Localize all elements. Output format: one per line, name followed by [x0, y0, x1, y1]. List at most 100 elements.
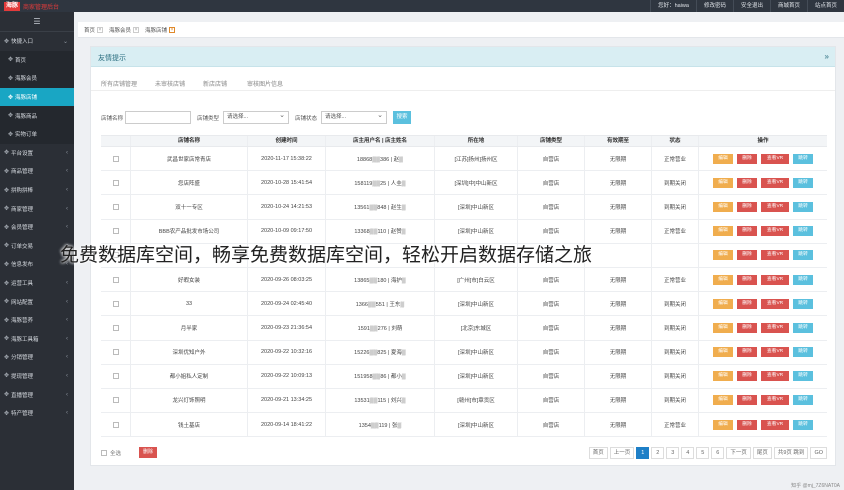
- row-checkbox[interactable]: [112, 373, 119, 380]
- edit-button[interactable]: 编辑: [713, 371, 733, 382]
- change-password-link[interactable]: 修改密码: [695, 0, 733, 12]
- chevron-down-icon[interactable]: »: [825, 52, 829, 61]
- page-button[interactable]: 共9页 跳到: [773, 447, 809, 459]
- subtab-unreviewed[interactable]: 未审核店铺: [155, 79, 185, 88]
- goto-button[interactable]: 跳转: [793, 153, 813, 164]
- goto-button[interactable]: 跳转: [793, 347, 813, 358]
- site-home-link[interactable]: 站点首页: [806, 0, 844, 12]
- store-type-select[interactable]: 请选择...: [223, 110, 289, 124]
- sidebar-item[interactable]: ✥ 海豚工具箱 ‹: [0, 330, 74, 349]
- goto-button[interactable]: 跳转: [793, 226, 813, 237]
- tab-stores[interactable]: 海豚店铺 ×: [145, 26, 176, 34]
- delete-button[interactable]: 删除: [737, 419, 757, 430]
- subtab-review-images[interactable]: 审核图片信息: [247, 79, 283, 88]
- page-button[interactable]: 4: [681, 447, 695, 459]
- row-checkbox[interactable]: [112, 300, 119, 307]
- page-button[interactable]: 3: [666, 447, 680, 459]
- close-icon[interactable]: ×: [169, 26, 176, 33]
- page-button[interactable]: 首页: [588, 447, 608, 459]
- store-name-input[interactable]: [125, 111, 191, 124]
- sidebar-item[interactable]: ✥ 快捷入口 ⌄: [0, 32, 74, 51]
- sidebar-item[interactable]: ✥ 海豚会员: [0, 69, 74, 88]
- delete-button[interactable]: 删除: [737, 153, 757, 164]
- goto-button[interactable]: 跳转: [793, 201, 813, 212]
- row-checkbox[interactable]: [112, 324, 119, 331]
- select-all[interactable]: 全选: [101, 449, 121, 457]
- sidebar-item[interactable]: ✥ 商品管理 ‹: [0, 162, 74, 181]
- page-button[interactable]: GO: [810, 447, 827, 459]
- row-checkbox[interactable]: [112, 276, 119, 283]
- page-button[interactable]: 2: [651, 447, 665, 459]
- goto-button[interactable]: 跳转: [793, 395, 813, 406]
- view-vr-button[interactable]: 查看VR: [761, 322, 789, 333]
- edit-button[interactable]: 编辑: [713, 250, 733, 261]
- row-checkbox[interactable]: [112, 397, 119, 404]
- goto-button[interactable]: 跳转: [793, 250, 813, 261]
- view-vr-button[interactable]: 查看VR: [761, 419, 789, 430]
- sidebar-item[interactable]: ✥ 首页: [0, 50, 74, 70]
- subtab-new-stores[interactable]: 新店店铺: [203, 79, 227, 88]
- sidebar-item[interactable]: ✥ 运营工具 ‹: [0, 274, 74, 293]
- page-button[interactable]: 上一页: [609, 447, 635, 459]
- row-checkbox[interactable]: [112, 421, 119, 428]
- goto-button[interactable]: 跳转: [793, 177, 813, 188]
- sidebar-item[interactable]: ✥ 网站配置 ‹: [0, 292, 74, 311]
- delete-button[interactable]: 删除: [737, 201, 757, 212]
- sidebar-item[interactable]: ✥ 直播管理 ‹: [0, 385, 74, 404]
- close-icon[interactable]: ×: [133, 26, 140, 33]
- row-checkbox[interactable]: [112, 228, 119, 235]
- edit-button[interactable]: 编辑: [713, 298, 733, 309]
- delete-button[interactable]: 删除: [737, 395, 757, 406]
- view-vr-button[interactable]: 查看VR: [761, 177, 789, 188]
- edit-button[interactable]: 编辑: [713, 395, 733, 406]
- tab-home[interactable]: 首页 ×: [84, 26, 104, 34]
- view-vr-button[interactable]: 查看VR: [761, 250, 789, 261]
- edit-button[interactable]: 编辑: [713, 226, 733, 237]
- close-icon[interactable]: ×: [97, 26, 104, 33]
- page-button[interactable]: 1: [636, 447, 650, 459]
- page-button[interactable]: 6: [711, 447, 725, 459]
- view-vr-button[interactable]: 查看VR: [761, 201, 789, 212]
- tab-members[interactable]: 海豚会员 ×: [109, 26, 140, 34]
- delete-button[interactable]: 删除: [737, 322, 757, 333]
- edit-button[interactable]: 编辑: [713, 274, 733, 285]
- edit-button[interactable]: 编辑: [713, 347, 733, 358]
- page-button[interactable]: 尾页: [752, 447, 772, 459]
- bulk-delete-button[interactable]: 删除: [139, 447, 157, 458]
- delete-button[interactable]: 删除: [737, 226, 757, 237]
- store-status-select[interactable]: 请选择...: [321, 110, 387, 124]
- select-all-checkbox[interactable]: [101, 450, 107, 456]
- sidebar-item[interactable]: ✥ 海豚营养 ‹: [0, 311, 74, 330]
- sidebar-item[interactable]: ✥ 商家管理 ‹: [0, 199, 74, 218]
- tips-header[interactable]: 友情提示 »: [91, 47, 835, 67]
- sidebar-item[interactable]: ✥ 平台设置 ‹: [0, 144, 74, 163]
- edit-button[interactable]: 编辑: [713, 177, 733, 188]
- search-button[interactable]: 搜索: [393, 111, 411, 124]
- delete-button[interactable]: 删除: [737, 250, 757, 261]
- page-button[interactable]: 5: [696, 447, 710, 459]
- view-vr-button[interactable]: 查看VR: [761, 371, 789, 382]
- logout-link[interactable]: 安全退出: [732, 0, 770, 12]
- logo[interactable]: 海豚 商家管理后台: [4, 1, 59, 11]
- sidebar-item[interactable]: ✥ 海豚店铺: [0, 87, 74, 107]
- edit-button[interactable]: 编辑: [713, 201, 733, 212]
- goto-button[interactable]: 跳转: [793, 371, 813, 382]
- view-vr-button[interactable]: 查看VR: [761, 153, 789, 164]
- row-checkbox[interactable]: [112, 179, 119, 186]
- edit-button[interactable]: 编辑: [713, 322, 733, 333]
- delete-button[interactable]: 删除: [737, 298, 757, 309]
- delete-button[interactable]: 删除: [737, 347, 757, 358]
- goto-button[interactable]: 跳转: [793, 274, 813, 285]
- view-vr-button[interactable]: 查看VR: [761, 226, 789, 237]
- view-vr-button[interactable]: 查看VR: [761, 347, 789, 358]
- sidebar-item[interactable]: ✥ 特产管理 ‹: [0, 404, 74, 423]
- sidebar-item[interactable]: ✥ 会员管理 ‹: [0, 218, 74, 237]
- view-vr-button[interactable]: 查看VR: [761, 395, 789, 406]
- delete-button[interactable]: 删除: [737, 371, 757, 382]
- row-checkbox[interactable]: [112, 349, 119, 356]
- edit-button[interactable]: 编辑: [713, 153, 733, 164]
- page-button[interactable]: 下一页: [726, 447, 751, 459]
- menu-icon[interactable]: ☰: [0, 12, 74, 32]
- sidebar-item[interactable]: ✥ 拼购拼棒 ‹: [0, 181, 74, 200]
- row-checkbox[interactable]: [112, 203, 119, 210]
